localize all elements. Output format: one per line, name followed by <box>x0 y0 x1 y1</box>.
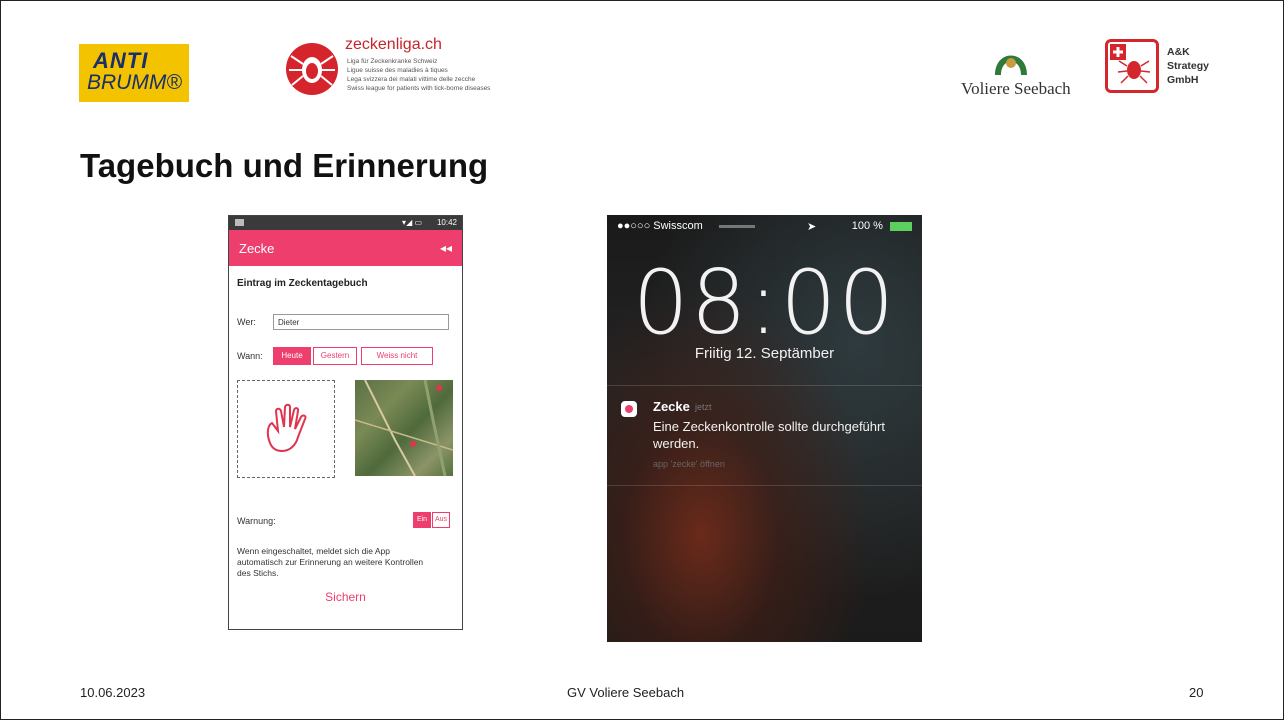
ak-logo-line2: Strategy <box>1167 60 1210 72</box>
tick-cross-icon <box>1110 44 1151 84</box>
notification-message[interactable]: Eine Zeckenkontrolle sollte durchgeführt… <box>653 418 893 452</box>
voliere-logo: Voliere Seebach <box>961 39 1071 103</box>
divider <box>607 485 922 486</box>
footer-date: 10.06.2023 <box>80 685 146 700</box>
bite-location-drawing[interactable] <box>237 380 335 478</box>
warnung-description: Wenn eingeschaltet, meldet sich die App … <box>237 546 424 578</box>
footer-title: GV Voliere Seebach <box>567 685 685 700</box>
wann-label: Wann: <box>237 351 263 361</box>
map-icon <box>355 380 453 476</box>
back-icon[interactable]: ◂◂ <box>440 241 452 255</box>
wer-label: Wer: <box>237 317 256 327</box>
battery-icon <box>890 221 912 231</box>
notification-time: jetzt <box>695 402 712 412</box>
ak-logo-line3: GmbH <box>1167 74 1199 86</box>
divider <box>607 385 922 386</box>
zeckenliga-title: zeckenliga.ch <box>345 36 442 53</box>
status-clock: 10:42 <box>436 218 457 227</box>
notification-open-hint[interactable]: app 'zecke' öffnen <box>653 459 725 469</box>
diary-heading: Eintrag im Zeckentagebuch <box>237 278 368 289</box>
voliere-logo-text: Voliere Seebach <box>961 79 1071 98</box>
battery-label: 100 % <box>852 220 912 232</box>
ak-logo-box <box>1105 39 1159 93</box>
carrier-label: ●●○○○ Swisscom <box>617 220 703 232</box>
bird-arch-icon <box>995 55 1027 75</box>
ak-logo-text: A&K Strategy GmbH <box>1167 45 1209 87</box>
warnung-toggle-off[interactable]: Aus <box>432 512 450 528</box>
zeckenliga-line: Ligue suisse des maladies à tiques <box>347 67 448 74</box>
zeckenliga-line: Lega svizzera dei malati vittime delle z… <box>347 76 476 83</box>
page-number: 20 <box>1189 685 1204 700</box>
ios-status-bar: ●●○○○ Swisscom ➤ 100 % <box>607 220 922 234</box>
wer-input[interactable]: Dieter <box>273 314 449 330</box>
warnung-label: Warnung: <box>237 516 276 526</box>
warnung-toggle-on[interactable]: Ein <box>413 512 431 528</box>
notification-icon <box>235 219 244 226</box>
zeckenliga-line: Liga für Zeckenkranke Schweiz <box>347 58 438 65</box>
map-thumbnail[interactable] <box>355 380 453 476</box>
battery-percent: 100 % <box>851 220 883 232</box>
wann-option-weiss-nicht[interactable]: Weiss nicht <box>361 347 433 365</box>
wann-option-gestern[interactable]: Gestern <box>313 347 357 365</box>
wann-option-heute[interactable]: Heute <box>273 347 311 365</box>
notification-app-name: Zecke <box>653 399 690 414</box>
slide-title: Tagebuch und Erinnerung <box>80 147 489 184</box>
android-screenshot: ▾◢ ▭ 10:42 Zecke ◂◂ Eintrag im Zeckentag… <box>228 215 463 630</box>
lockscreen-time: 08:00 <box>632 251 897 354</box>
ak-strategy-logo: A&K Strategy GmbH <box>1105 39 1217 95</box>
tick-logo-icon <box>286 43 338 95</box>
hand-icon <box>266 403 307 453</box>
wifi-progress-icon <box>719 225 755 228</box>
android-app-bar: Zecke ◂◂ <box>229 230 462 266</box>
antibrumm-logo: ANTI BRUMM® <box>79 44 189 102</box>
slide: ANTI BRUMM® zeckenliga.ch Liga für Zecke… <box>0 0 1284 720</box>
save-button[interactable]: Sichern <box>229 590 462 604</box>
zecke-app-icon <box>621 401 637 417</box>
antibrumm-logo-line1: ANTI <box>93 48 149 73</box>
antibrumm-logo-line2: BRUMM® <box>87 71 182 94</box>
lockscreen-date: Friitig 12. Septämber <box>694 345 835 362</box>
zeckenliga-logo: zeckenliga.ch Liga für Zeckenkranke Schw… <box>277 34 527 108</box>
zeckenliga-line: Swiss league for patients with tick-born… <box>347 85 491 92</box>
app-title: Zecke <box>239 241 275 256</box>
signal-icon: ▾◢ ▭ <box>402 218 422 227</box>
android-status-bar: ▾◢ ▭ 10:42 <box>229 216 462 230</box>
ak-logo-line1: A&K <box>1167 46 1190 58</box>
location-icon: ➤ <box>807 221 817 233</box>
ios-lockscreen-screenshot: ●●○○○ Swisscom ➤ 100 % 08:00 Friitig 12.… <box>607 215 922 642</box>
